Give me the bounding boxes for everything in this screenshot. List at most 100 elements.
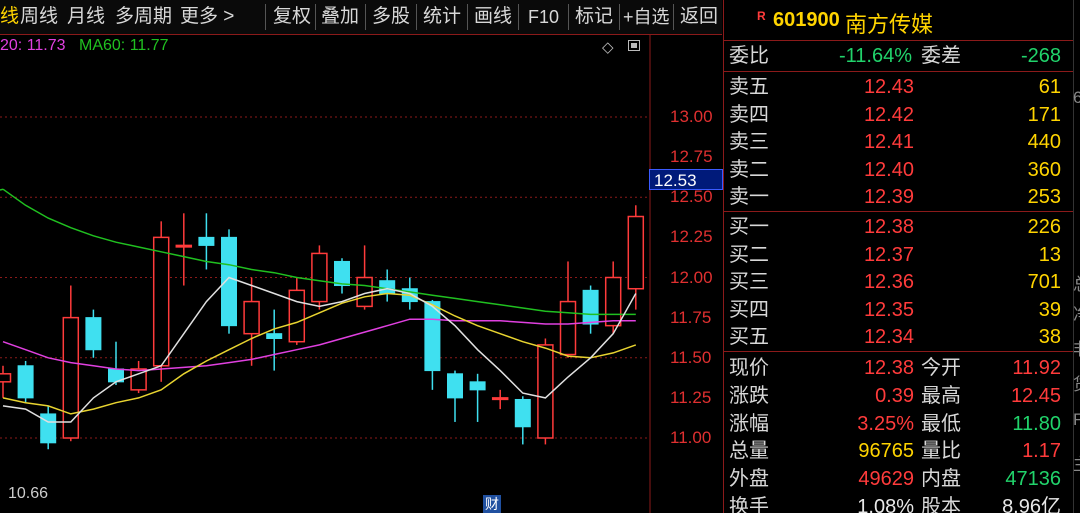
diamond-icon[interactable]: ◇ xyxy=(602,38,614,56)
restore-rights-button[interactable]: 复权 xyxy=(273,0,311,34)
price-tick-label: 11.00 xyxy=(670,428,712,447)
f10-button[interactable]: F10 xyxy=(528,0,559,34)
level-volume: 360 xyxy=(1027,158,1061,181)
quote-row: 换手 1.08% 股本 8.96亿 xyxy=(724,493,1069,513)
toolbar-divider xyxy=(416,4,417,30)
level-label: 卖二 xyxy=(729,158,769,181)
ask-level-row[interactable]: 卖四 12.42 171 xyxy=(724,101,1069,129)
window-icon[interactable] xyxy=(628,40,640,51)
level-volume: 39 xyxy=(1038,298,1061,321)
quote-label: 股本 xyxy=(921,496,961,513)
mark-button[interactable]: 标记 xyxy=(575,0,613,34)
level-price: 12.38 xyxy=(863,216,914,238)
level-label: 卖五 xyxy=(729,76,769,98)
quote-value: 1.08% xyxy=(857,496,914,513)
candle-body-up xyxy=(491,397,509,401)
candle-body-down xyxy=(221,236,237,327)
quote-value: 3.25% xyxy=(857,412,914,435)
quote-label: 内盘 xyxy=(921,468,961,491)
quote-label: 涨幅 xyxy=(729,412,769,435)
overlay-button[interactable]: 叠加 xyxy=(321,0,359,34)
finance-marker[interactable]: 财 xyxy=(483,495,501,513)
bid-level-row[interactable]: 买五 12.34 38 xyxy=(724,323,1069,351)
kline-canvas[interactable] xyxy=(0,35,722,513)
weicha-label: 委差 xyxy=(921,45,961,67)
ask-level-row[interactable]: 卖三 12.41 440 xyxy=(724,128,1069,156)
candle-body-up xyxy=(62,316,80,439)
side-strip-char: 6 xyxy=(1073,88,1080,107)
ma20-legend: 20: 11.73 xyxy=(0,37,66,54)
statistics-button[interactable]: 统计 xyxy=(423,0,461,34)
multi-period-button[interactable]: 多周期 xyxy=(115,0,172,34)
candle-body-up xyxy=(243,300,260,335)
level-volume: 701 xyxy=(1027,271,1061,294)
level-price: 12.41 xyxy=(863,131,914,154)
stock-code: 601900 xyxy=(773,9,840,31)
bid-level-row[interactable]: 买一 12.38 226 xyxy=(724,213,1069,241)
weibi-row: 委比 -11.64% 委差 -268 xyxy=(724,42,1069,70)
level-label: 买三 xyxy=(729,271,769,294)
side-strip xyxy=(1073,0,1080,513)
quote-row: 外盘 49629 内盘 47136 xyxy=(724,465,1069,493)
weekly-line-button[interactable]: 周线 xyxy=(20,0,58,34)
kline-chart[interactable]: 20: 11.73 MA60: 11.77 ◇ 13.00 12.75 12.50 1… xyxy=(0,35,723,513)
candle-body-up xyxy=(288,289,306,343)
ask-level-row[interactable]: 卖一 12.39 253 xyxy=(724,183,1069,211)
toolbar-divider xyxy=(568,4,569,30)
divider xyxy=(724,211,1074,212)
draw-line-button[interactable]: 画线 xyxy=(474,0,512,34)
level-price: 12.34 xyxy=(863,326,914,349)
monthly-line-button[interactable]: 月线 xyxy=(67,0,105,34)
bid-level-row[interactable]: 买三 12.36 701 xyxy=(724,268,1069,296)
more-button[interactable]: 更多 > xyxy=(180,0,234,34)
current-price-label: 12.53 xyxy=(649,169,723,190)
ask-level-row[interactable]: 卖二 12.40 360 xyxy=(724,156,1069,184)
ask-level-row[interactable]: 卖五 12.43 61 xyxy=(724,73,1069,101)
level-label: 买一 xyxy=(729,216,769,238)
candle-body-down xyxy=(379,280,396,295)
level-label: 卖四 xyxy=(729,103,769,126)
candle-body-up xyxy=(0,373,12,383)
price-tick-label: 13.00 xyxy=(670,107,713,126)
level-label: 卖三 xyxy=(729,131,769,154)
side-strip-char: F xyxy=(1073,410,1080,429)
back-button[interactable]: 返回 xyxy=(680,0,718,34)
candle-body-up xyxy=(604,276,622,327)
stock-terminal: 线 周线 月线 多周期 更多 > 复权 叠加 多股 统计 画线 F10 标记 +… xyxy=(0,0,1080,513)
ma60-legend: MA60: 11.77 xyxy=(79,37,169,54)
candle-body-down xyxy=(266,333,283,339)
quote-row: 涨跌 0.39 最高 12.45 xyxy=(724,382,1069,410)
candle-body-up xyxy=(175,244,193,248)
candle-body-down xyxy=(198,236,215,246)
candle-body-up xyxy=(311,252,328,303)
candle-body-down xyxy=(85,317,102,351)
quote-label: 最高 xyxy=(921,384,961,407)
level-price: 12.40 xyxy=(863,158,914,181)
add-watchlist-button[interactable]: +自选 xyxy=(623,0,670,34)
level-volume: 38 xyxy=(1038,326,1061,349)
quote-label: 总量 xyxy=(729,440,769,463)
quote-value: 8.96亿 xyxy=(1002,496,1061,513)
price-tick-label: 11.50 xyxy=(670,347,712,367)
price-tick-label: 11.25 xyxy=(670,387,712,407)
level-volume: 61 xyxy=(1038,76,1061,98)
quote-value: 96765 xyxy=(858,440,914,463)
bid-level-row[interactable]: 买四 12.35 39 xyxy=(724,296,1069,324)
candle-body-down xyxy=(514,398,531,428)
quote-row: 现价 12.38 今开 11.92 xyxy=(724,354,1069,382)
weibi-label: 委比 xyxy=(729,45,769,67)
multi-stock-button[interactable]: 多股 xyxy=(372,0,410,34)
candle-body-up xyxy=(152,236,170,367)
toolbar-divider xyxy=(365,4,366,30)
bid-level-row[interactable]: 买二 12.37 13 xyxy=(724,241,1069,269)
candle-body-up xyxy=(559,300,577,356)
candle-body-down xyxy=(334,260,350,287)
toolbar-divider xyxy=(619,4,620,30)
quote-value: 11.92 xyxy=(1012,357,1061,379)
level-price: 12.42 xyxy=(863,103,914,126)
side-strip-char: 非 xyxy=(1073,335,1080,360)
quote-value: 49629 xyxy=(858,468,914,491)
weibi-value: -11.64% xyxy=(838,45,912,67)
level-volume: 440 xyxy=(1027,131,1061,154)
quote-value: 12.45 xyxy=(1010,384,1061,407)
